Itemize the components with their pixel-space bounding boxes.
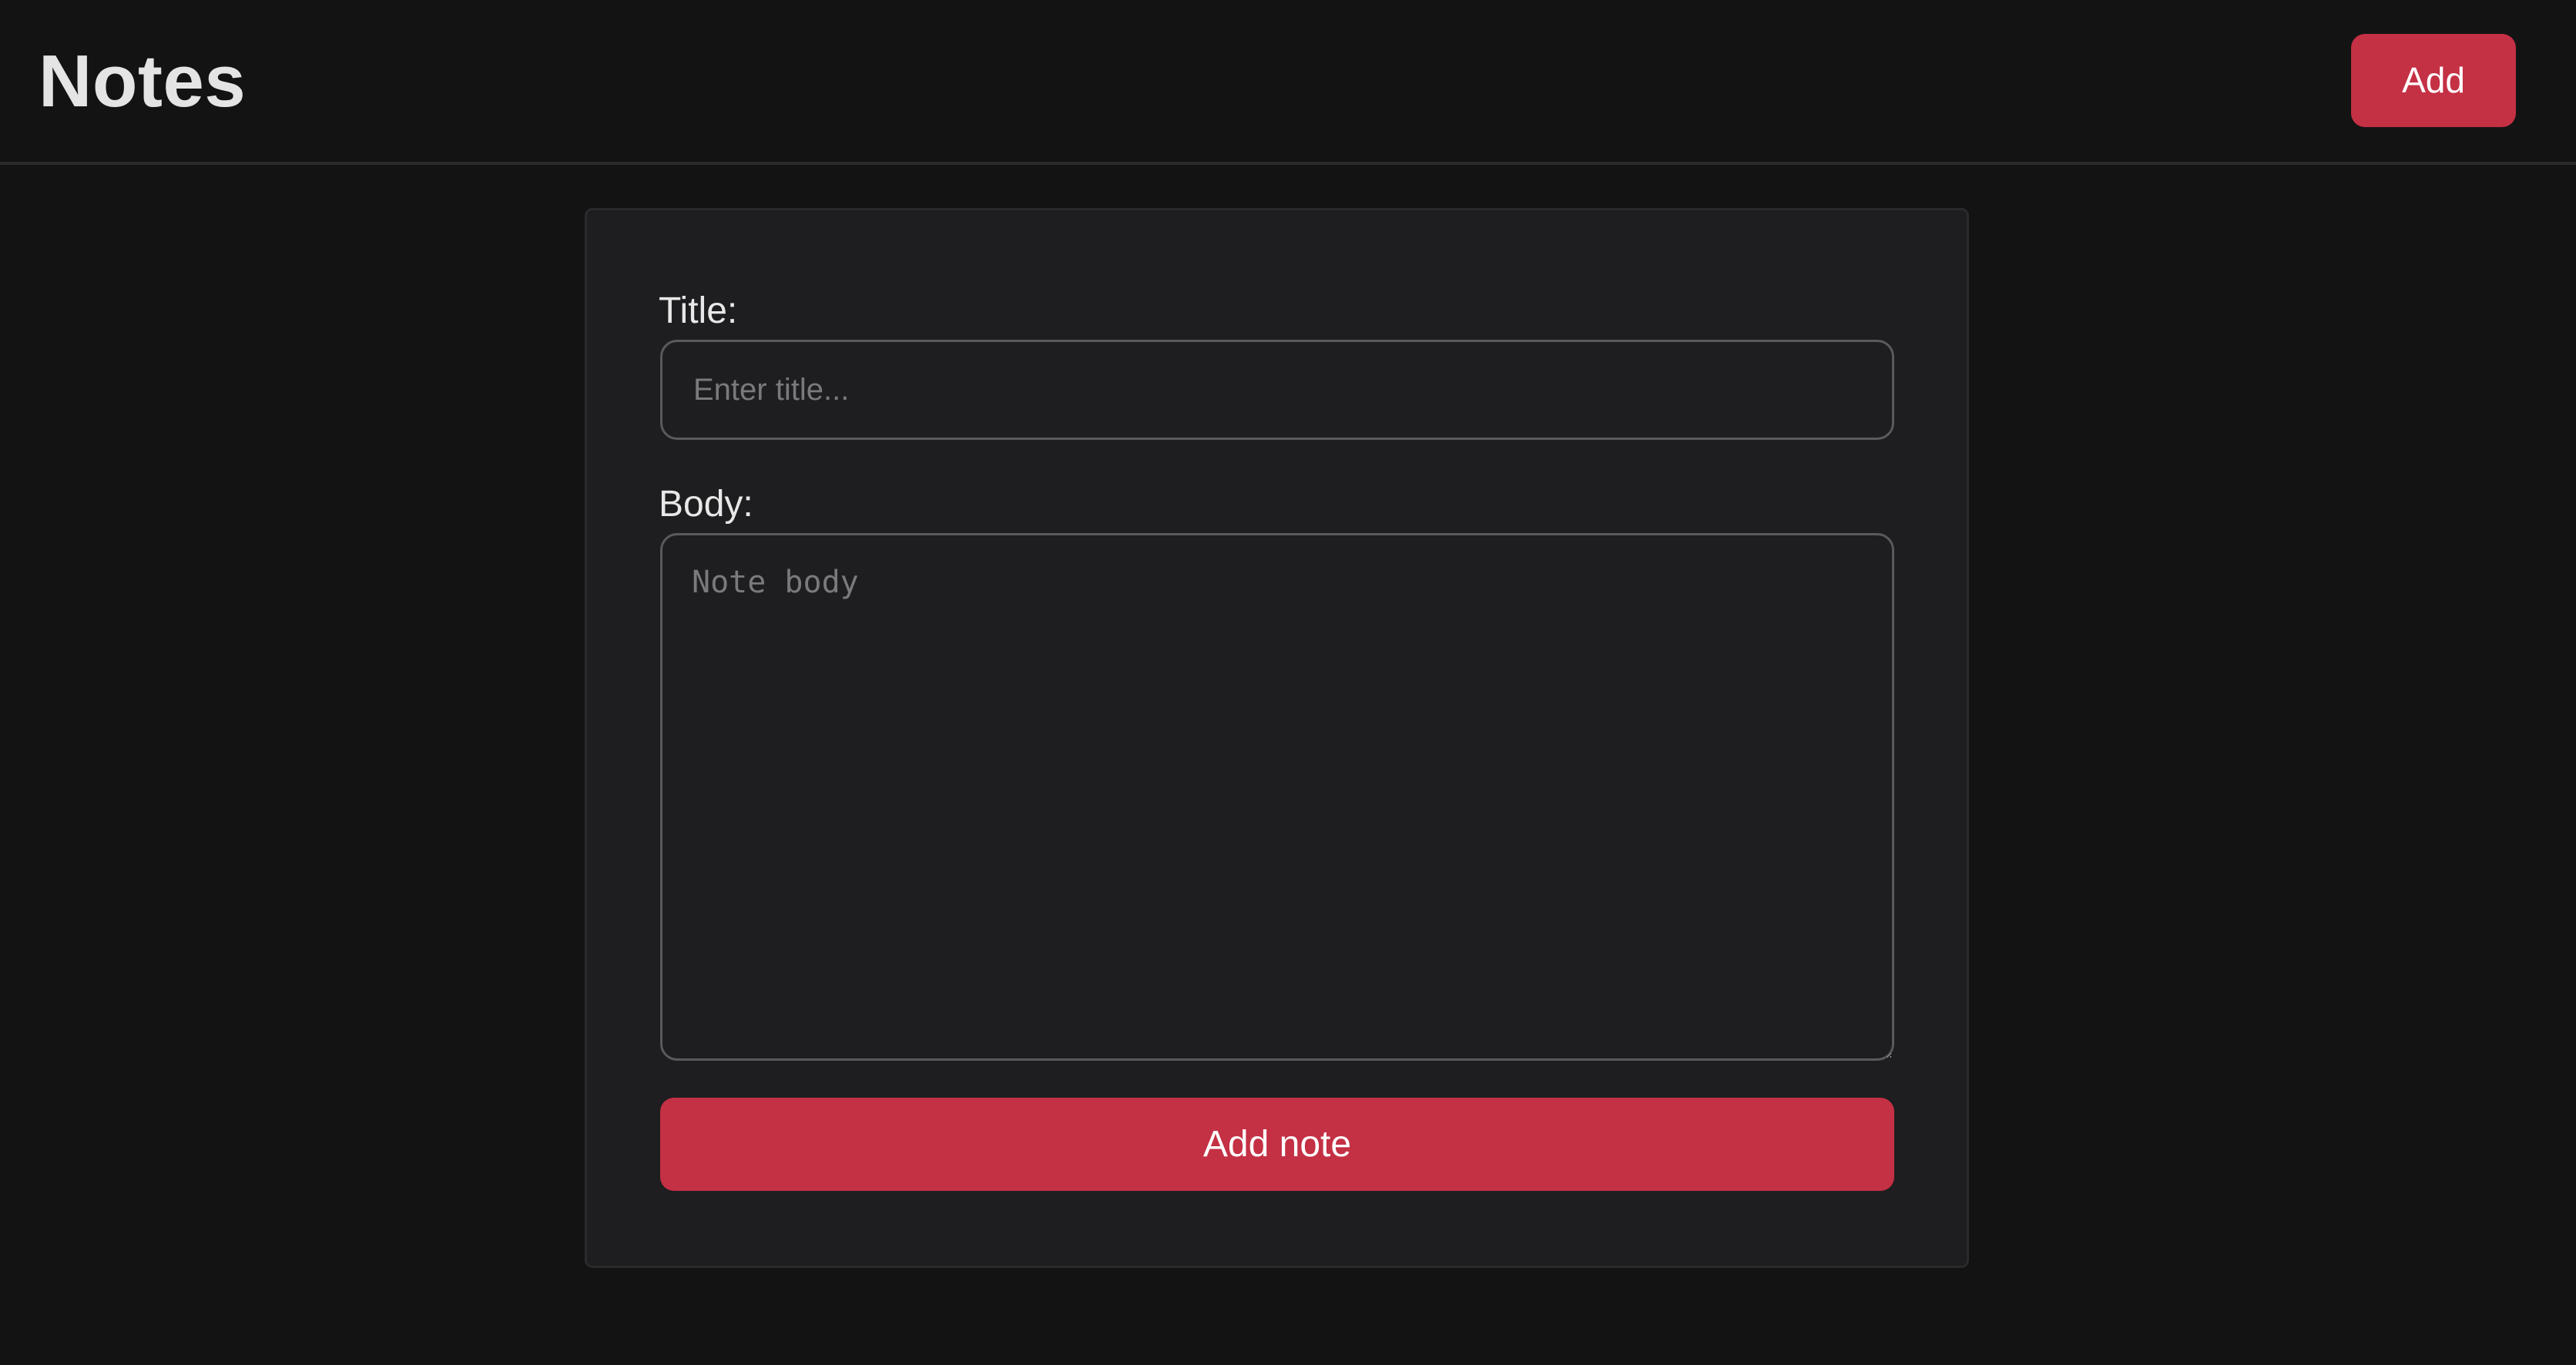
app-title: Notes xyxy=(39,40,247,122)
app-header: Notes Add xyxy=(0,0,2576,165)
title-label: Title: xyxy=(659,290,738,331)
header-add-button[interactable]: Add xyxy=(2351,34,2516,127)
body-label: Body: xyxy=(659,484,753,525)
page: Notes Add Title: Body: Add note xyxy=(0,0,2576,1365)
add-note-button[interactable]: Add note xyxy=(660,1098,1894,1191)
body-textarea[interactable] xyxy=(660,533,1894,1061)
title-input[interactable] xyxy=(660,340,1894,440)
